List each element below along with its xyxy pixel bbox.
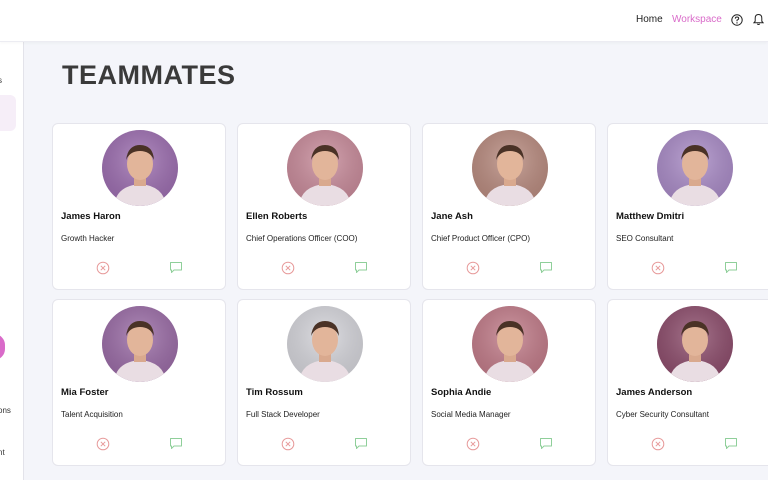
nav-home-link[interactable]: Home [636, 14, 663, 25]
teammate-card[interactable]: James Anderson Cyber Security Consultant [607, 299, 768, 466]
avatar [287, 130, 363, 206]
remove-icon[interactable] [281, 437, 295, 451]
message-icon[interactable] [539, 437, 553, 450]
teammate-card[interactable]: Mia Foster Talent Acquisition [52, 299, 226, 466]
teammate-role: Talent Acquisition [61, 410, 123, 419]
remove-icon[interactable] [96, 261, 110, 275]
message-icon[interactable] [169, 261, 183, 274]
teammate-card[interactable]: Jane Ash Chief Product Officer (CPO) [422, 123, 596, 290]
sidebar-item-label[interactable]: nt [0, 448, 5, 457]
avatar [472, 130, 548, 206]
remove-icon[interactable] [281, 261, 295, 275]
avatar [657, 306, 733, 382]
page-title: TEAMMATES [62, 60, 236, 90]
teammate-card[interactable]: Matthew Dmitri SEO Consultant [607, 123, 768, 290]
nav-workspace-link[interactable]: Workspace [672, 14, 722, 25]
teammate-name: Sophia Andie [431, 387, 492, 398]
sidebar-item-label[interactable]: s [0, 76, 2, 85]
avatar [102, 130, 178, 206]
sidebar-item-label[interactable]: ons [0, 406, 11, 415]
teammate-role: Social Media Manager [431, 410, 511, 419]
teammate-card[interactable]: James Haron Growth Hacker [52, 123, 226, 290]
sidebar-toggle-button[interactable] [0, 334, 5, 360]
teammate-name: Ellen Roberts [246, 211, 308, 222]
top-bar: Home Workspace [0, 0, 768, 42]
teammate-name: Jane Ash [431, 211, 473, 222]
remove-icon[interactable] [651, 261, 665, 275]
sidebar: s ons nt [0, 42, 24, 480]
remove-icon[interactable] [466, 437, 480, 451]
teammate-card[interactable]: Sophia Andie Social Media Manager [422, 299, 596, 466]
teammate-role: Full Stack Developer [246, 410, 320, 419]
teammate-name: Tim Rossum [246, 387, 303, 398]
remove-icon[interactable] [466, 261, 480, 275]
message-icon[interactable] [354, 261, 368, 274]
help-icon[interactable] [731, 14, 743, 26]
notification-bell-icon[interactable] [753, 13, 764, 26]
teammate-role: SEO Consultant [616, 234, 674, 243]
teammate-name: James Haron [61, 211, 121, 222]
remove-icon[interactable] [96, 437, 110, 451]
avatar [102, 306, 178, 382]
teammate-name: Matthew Dmitri [616, 211, 685, 222]
avatar [287, 306, 363, 382]
teammate-role: Cyber Security Consultant [616, 410, 709, 419]
teammate-card[interactable]: Ellen Roberts Chief Operations Officer (… [237, 123, 411, 290]
teammate-role: Chief Product Officer (CPO) [431, 234, 530, 243]
message-icon[interactable] [169, 437, 183, 450]
message-icon[interactable] [354, 437, 368, 450]
avatar [472, 306, 548, 382]
remove-icon[interactable] [651, 437, 665, 451]
teammate-name: Mia Foster [61, 387, 109, 398]
sidebar-item-active[interactable] [0, 95, 16, 131]
teammate-card[interactable]: Tim Rossum Full Stack Developer [237, 299, 411, 466]
teammate-role: Chief Operations Officer (COO) [246, 234, 358, 243]
message-icon[interactable] [539, 261, 553, 274]
message-icon[interactable] [724, 261, 738, 274]
message-icon[interactable] [724, 437, 738, 450]
teammate-role: Growth Hacker [61, 234, 115, 243]
teammate-name: James Anderson [616, 387, 693, 398]
avatar [657, 130, 733, 206]
